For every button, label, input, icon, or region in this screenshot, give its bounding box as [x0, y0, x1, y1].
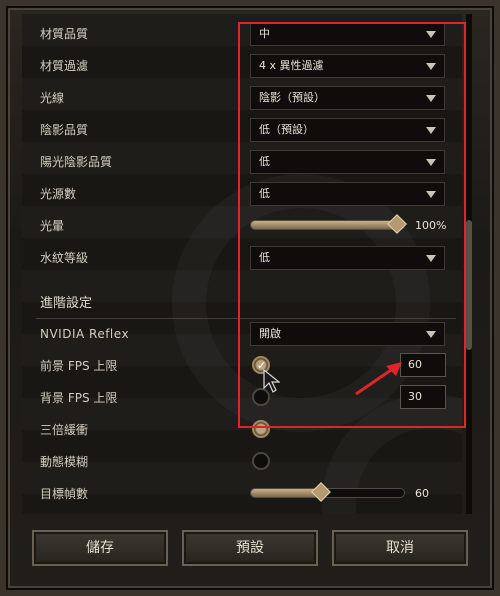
lighting-label: 光線	[40, 91, 65, 105]
target-frame-rate-slider-fill	[251, 489, 320, 497]
triple-buffering-label: 三倍緩衝	[40, 423, 89, 437]
row-target-frame-rate: 目標幀數 60	[22, 478, 462, 510]
default-button[interactable]: 預設	[182, 530, 318, 566]
nvidia-reflex-label: NVIDIA Reflex	[40, 327, 130, 341]
water-level-label: 水紋等級	[40, 251, 89, 265]
target-frame-rate-label: 目標幀數	[40, 487, 89, 501]
target-frame-rate-slider-handle[interactable]	[311, 482, 331, 502]
texture-filtering-label: 材質過濾	[40, 59, 89, 73]
settings-scrollbar[interactable]	[466, 14, 472, 514]
texture-quality-label: 材質品質	[40, 27, 89, 41]
background-fps-cap-label: 背景 FPS 上限	[40, 391, 118, 405]
motion-blur-checkbox[interactable]	[252, 452, 270, 470]
shadow-quality-label: 陰影品質	[40, 123, 89, 137]
target-frame-rate-slider[interactable]	[250, 482, 405, 502]
bloom-label: 光暈	[40, 219, 65, 233]
motion-blur-label: 動態模糊	[40, 455, 89, 469]
advanced-settings-heading: 進階設定	[40, 296, 93, 311]
cancel-button[interactable]: 取消	[332, 530, 468, 566]
mouse-pointer-icon	[263, 368, 280, 393]
row-motion-blur: 動態模糊	[22, 446, 462, 478]
light-sources-label: 光源數	[40, 187, 77, 201]
sun-shadow-quality-label: 陽光陰影品質	[40, 155, 113, 169]
annotation-arrow-icon	[355, 362, 402, 396]
foreground-fps-cap-label: 前景 FPS 上限	[40, 359, 118, 373]
scrollbar-thumb[interactable]	[466, 220, 472, 350]
target-frame-rate-value: 60	[415, 487, 429, 500]
save-button[interactable]: 儲存	[32, 530, 168, 566]
